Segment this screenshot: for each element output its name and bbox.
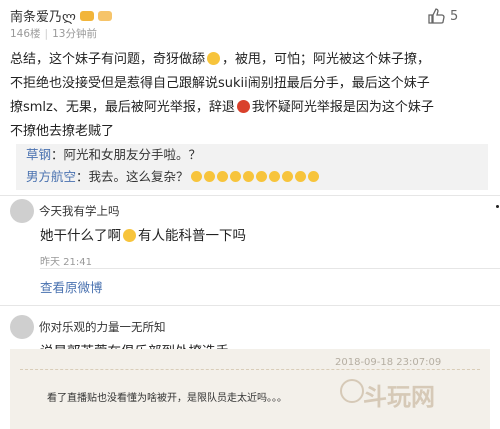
- scroll-indicator: [496, 205, 499, 208]
- image-caption: 看了直播贴也没看懂为啥被开，是限队员走太近吗。。。: [47, 393, 287, 404]
- avatar[interactable]: [10, 199, 34, 223]
- divider: [0, 305, 500, 306]
- body-text: 我怀疑阿光举报是因为这个妹子: [251, 100, 434, 115]
- quote-row: 男方航空：我去。这么复杂？: [16, 166, 488, 188]
- image-timestamp: 2018-09-18 23:07:09: [335, 357, 442, 368]
- quote-text: ：我去。这么复杂？: [76, 169, 189, 184]
- emoji-icon: [190, 171, 202, 182]
- post-time: 13分钟前: [52, 28, 97, 40]
- emoji-icon: [242, 171, 254, 182]
- floor-number: 146楼: [10, 28, 41, 40]
- quote-username[interactable]: 男方航空: [26, 169, 76, 184]
- crown-badge-icon: [97, 10, 112, 21]
- bomb-emoji-icon: [236, 100, 250, 113]
- watermark-logo-icon: [340, 379, 364, 403]
- quote-row: 草钢：阿光和女朋友分手啦。？: [16, 144, 488, 166]
- emoji-icon: [268, 171, 280, 182]
- divider: [40, 268, 500, 269]
- comment-user[interactable]: 今天我有学上吗: [10, 199, 120, 223]
- quote-text: ：阿光和女朋友分手啦。？: [51, 147, 202, 162]
- post-body: 总结，这个妹子有问题，奇犽做舔 ，被甩，可怕；阿光被这个妹子撩， 不拒绝也没接受但…: [10, 48, 492, 144]
- dashed-line: [20, 369, 480, 371]
- comment-username: 今天我有学上吗: [39, 204, 120, 218]
- vip-badge-icon: [79, 10, 94, 21]
- comment-text: 她干什么了啊 有人能科普一下吗: [40, 224, 246, 244]
- body-text: ，被甩，可怕；阿光被这个妹子撩，: [222, 52, 431, 67]
- quoted-replies: 草钢：阿光和女朋友分手啦。？ 男方航空：我去。这么复杂？: [16, 144, 488, 190]
- emoji-icon: [229, 171, 241, 182]
- emoji-icon: [307, 171, 319, 182]
- like-count: 5: [450, 8, 459, 24]
- emoji-icon: [123, 229, 136, 242]
- post-username[interactable]: 南条爱乃ლ: [10, 6, 76, 25]
- body-text: 总结，这个妹子有问题，奇犽做舔: [10, 52, 206, 67]
- screenshot-image[interactable]: 2018-09-18 23:07:09 看了直播贴也没看懂为啥被开，是限队员走太…: [10, 349, 490, 429]
- divider: [0, 195, 500, 196]
- dog-emoji-icon: [207, 52, 221, 65]
- post-header: 南条爱乃ლ: [10, 6, 112, 25]
- post-meta: 146楼 | 13分钟前: [10, 28, 97, 40]
- emoji-icon: [255, 171, 267, 182]
- watermark: 斗玩网: [363, 383, 435, 411]
- thumbs-up-icon: [428, 8, 445, 24]
- emoji-icon: [294, 171, 306, 182]
- comment-time: 昨天 21:41: [40, 257, 92, 268]
- view-original-link[interactable]: 查看原微博: [40, 277, 103, 296]
- comment-user[interactable]: 你对乐观的力量一无所知: [10, 315, 166, 339]
- comment-text-part: 有人能科普一下吗: [138, 228, 246, 244]
- comment-username: 你对乐观的力量一无所知: [39, 320, 166, 334]
- emoji-icon: [281, 171, 293, 182]
- emoji-icon: [216, 171, 228, 182]
- body-text: 不撩他去撩老贼了: [10, 124, 115, 139]
- like-button[interactable]: 5: [427, 8, 458, 24]
- emoji-icon: [203, 171, 215, 182]
- comment-text-part: 她干什么了啊: [40, 228, 121, 244]
- body-text: 不拒绝也没接受但是惹得自己跟解说sukii闹别扭最后分手，最后这个妹子: [10, 76, 430, 91]
- avatar[interactable]: [10, 315, 34, 339]
- body-text: 撩smlz、无果，最后被阿光举报，辞退: [10, 100, 235, 115]
- quote-username[interactable]: 草钢: [26, 147, 51, 162]
